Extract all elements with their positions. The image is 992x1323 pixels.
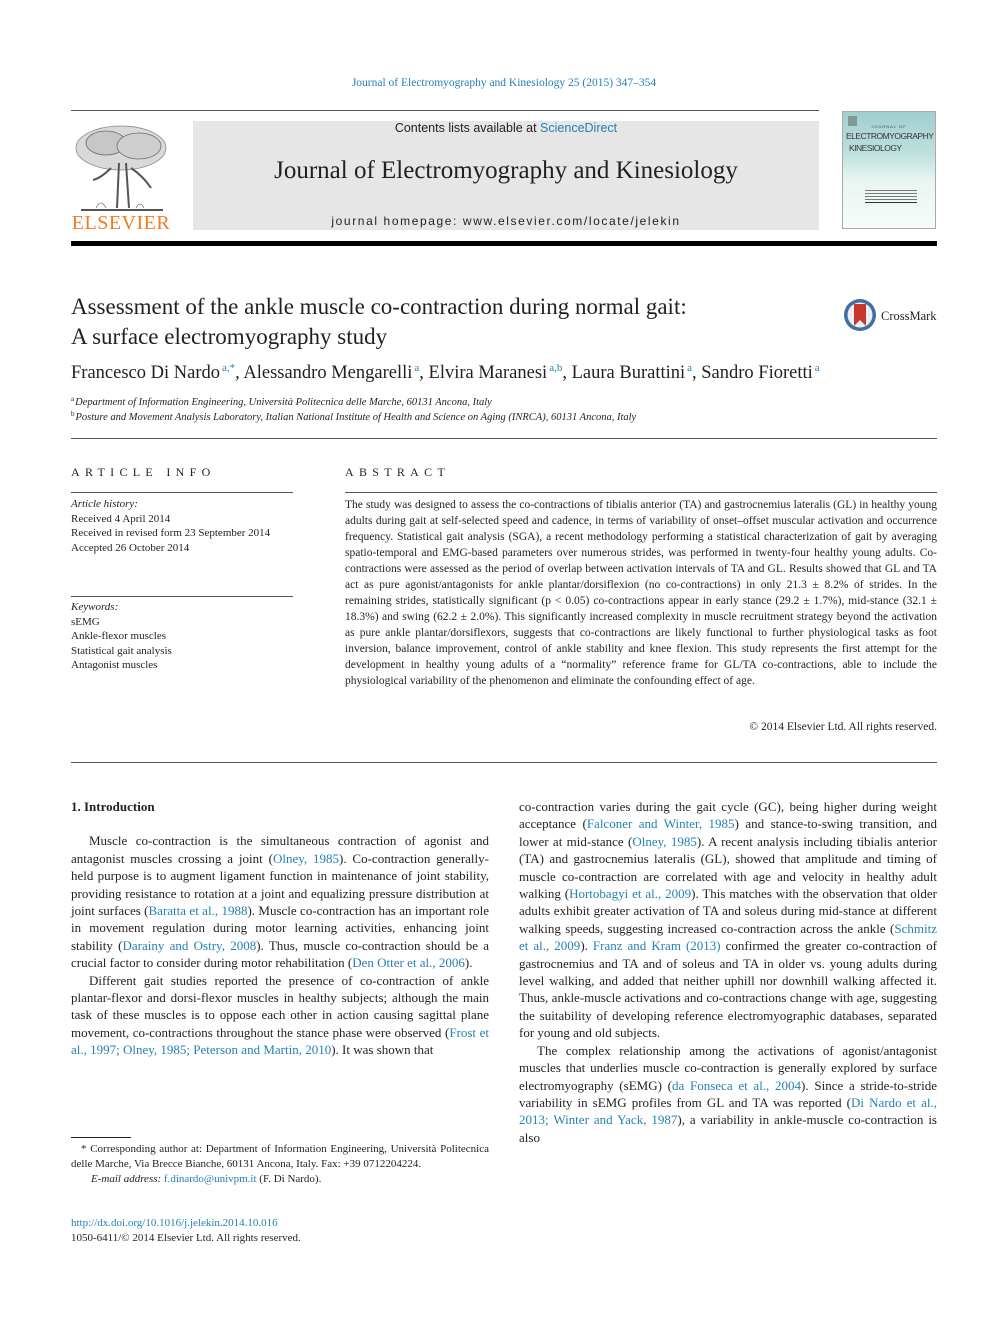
citation-link[interactable]: Falconer and Winter, 1985 <box>587 816 735 831</box>
affiliation-a: aDepartment of Information Engineering, … <box>71 395 492 408</box>
header-rule <box>71 110 819 111</box>
journal-title: Journal of Electromyography and Kinesiol… <box>274 157 738 184</box>
author[interactable]: Laura Burattini a <box>571 362 692 383</box>
article-title-line2: A surface electromyography study <box>71 324 388 349</box>
paragraph-text: ). <box>580 938 593 954</box>
abstract-rule <box>345 492 937 493</box>
body-rule <box>71 762 937 763</box>
paragraph: The complex relationship among the activ… <box>519 1042 937 1146</box>
journal-masthead: Contents lists available at ScienceDirec… <box>193 121 819 230</box>
citation-link[interactable]: Olney, 1985 <box>632 834 697 849</box>
author[interactable]: Alessandro Mengarelli a <box>243 362 419 383</box>
keywords-block: Keywords: sEMG Ankle-flexor muscles Stat… <box>71 600 293 673</box>
left-paragraphs: Muscle co-contraction is the simultaneou… <box>71 832 489 1058</box>
keyword: Statistical gait analysis <box>71 644 172 657</box>
footnote-text: * Corresponding author at: Department of… <box>71 1143 489 1170</box>
author[interactable]: Sandro Fioretti a <box>701 362 820 383</box>
crossmark-badge[interactable]: CrossMark <box>843 298 943 334</box>
history-item: Received 4 April 2014 <box>71 512 171 525</box>
author-separator: , <box>562 363 572 383</box>
paragraph-text: confirmed the greater co-contraction of … <box>519 938 937 1041</box>
keyword: sEMG <box>71 615 100 628</box>
history-label: Article history: <box>71 498 138 510</box>
author-name: Elvira Maranesi <box>428 363 548 383</box>
contents-line: Contents lists available at ScienceDirec… <box>193 121 819 135</box>
email-line: E-mail address: f.dinardo@univpm.it (F. … <box>71 1172 489 1187</box>
citation-link[interactable]: Den Otter et al., 2006 <box>352 955 465 970</box>
email-suffix: (F. Di Nardo). <box>256 1173 322 1185</box>
author-affiliation-marks[interactable]: a <box>815 362 820 374</box>
keyword: Antagonist muscles <box>71 659 158 671</box>
article-title: Assessment of the ankle muscle co-contra… <box>71 292 831 352</box>
citation-link[interactable]: Hortobagyi et al., 2009 <box>569 886 691 901</box>
cover-title-line1: ELECTROMYOGRAPHY <box>846 131 934 141</box>
citation-link[interactable]: Darainy and Ostry, 2008 <box>122 938 256 953</box>
cover-text-lines <box>865 188 917 205</box>
journal-cover-thumbnail[interactable]: JOURNAL OF ELECTROMYOGRAPHY KINESIOLOGY <box>842 111 936 229</box>
author-name: Francesco Di Nardo <box>71 363 220 383</box>
keywords-label: Keywords: <box>71 601 119 613</box>
affiliation-b: bPosture and Movement Analysis Laborator… <box>71 410 636 423</box>
affiliation-text: Department of Information Engineering, U… <box>75 397 492 408</box>
abstract-text: The study was designed to assess the co-… <box>345 499 937 687</box>
contents-prefix: Contents lists available at <box>394 121 541 135</box>
abstract-copyright: © 2014 Elsevier Ltd. All rights reserved… <box>749 721 937 733</box>
author-separator: , <box>692 363 702 383</box>
affiliation-text: Posture and Movement Analysis Laboratory… <box>75 412 637 423</box>
email-label: E-mail address: <box>91 1173 164 1185</box>
author-separator: , <box>419 363 429 383</box>
doi-block: http://dx.doi.org/10.1016/j.jelekin.2014… <box>71 1216 301 1246</box>
affiliation-mark: b <box>71 410 75 418</box>
paragraph-text: ). <box>464 955 473 971</box>
author-name: Alessandro Mengarelli <box>243 363 413 383</box>
keywords-rule <box>71 596 293 597</box>
cover-small-line: JOURNAL OF <box>871 124 907 129</box>
section-heading-introduction: 1. Introduction <box>71 799 155 814</box>
citation-link[interactable]: Franz and Kram (2013) <box>593 938 721 953</box>
paragraph: co-contraction varies during the gait cy… <box>519 798 937 1042</box>
corresponding-author-footnote: * Corresponding author at: Department of… <box>71 1142 489 1187</box>
author[interactable]: Elvira Maranesi a,b <box>428 362 563 383</box>
abstract-heading: ABSTRACT <box>345 465 451 479</box>
affiliation-mark: a <box>71 395 75 403</box>
crossmark-icon <box>844 299 876 331</box>
keyword: Ankle-flexor muscles <box>71 630 166 642</box>
crossmark-label: CrossMark <box>881 309 937 323</box>
doi-link[interactable]: http://dx.doi.org/10.1016/j.jelekin.2014… <box>71 1216 301 1231</box>
citation-link[interactable]: Olney, 1985 <box>273 851 339 866</box>
author-affiliation-marks[interactable]: a,b <box>549 362 562 374</box>
author-list: Francesco Di Nardo a,*, Alessandro Mengar… <box>71 362 951 384</box>
journal-reference-link[interactable]: Journal of Electromyography and Kinesiol… <box>0 77 992 89</box>
citation-link[interactable]: Baratta et al., 1988 <box>149 903 248 918</box>
issn-copyright: 1050-6411/© 2014 Elsevier Ltd. All right… <box>71 1232 301 1244</box>
footnote-rule <box>71 1137 131 1138</box>
body-column-left: 1. Introduction Muscle co-contraction is… <box>71 798 489 1059</box>
history-item: Received in revised form 23 September 20… <box>71 527 271 539</box>
author-name: Sandro Fioretti <box>701 363 813 383</box>
author-name: Laura Burattini <box>571 363 686 383</box>
author-affiliation-marks[interactable]: a,* <box>222 362 235 374</box>
article-title-line1: Assessment of the ankle muscle co-contra… <box>71 294 687 319</box>
citation-link[interactable]: da Fonseca et al., 2004 <box>672 1078 801 1093</box>
paragraph: Muscle co-contraction is the simultaneou… <box>71 832 489 971</box>
history-item: Accepted 26 October 2014 <box>71 541 190 554</box>
section-rule <box>71 438 937 439</box>
body-column-right: co-contraction varies during the gait cy… <box>519 798 937 1146</box>
article-history: Article history: Received 4 April 2014 R… <box>71 497 293 555</box>
elsevier-wordmark[interactable]: ELSEVIER <box>71 212 171 235</box>
paragraph: Different gait studies reported the pres… <box>71 972 489 1059</box>
paragraph-text: ). It was shown that <box>331 1042 434 1058</box>
email-link[interactable]: f.dinardo@univpm.it <box>164 1173 257 1185</box>
paragraph-text: Different gait studies reported the pres… <box>71 972 489 1040</box>
article-info-rule <box>71 492 293 493</box>
article-info-heading: ARTICLE INFO <box>71 465 216 479</box>
journal-homepage-link[interactable]: journal homepage: www.elsevier.com/locat… <box>193 214 819 228</box>
sciencedirect-link[interactable]: ScienceDirect <box>540 121 617 135</box>
author[interactable]: Francesco Di Nardo a,* <box>71 362 235 383</box>
masthead-thick-rule <box>71 241 937 246</box>
cover-title-line2: KINESIOLOGY <box>849 143 902 153</box>
right-paragraphs: co-contraction varies during the gait cy… <box>519 798 937 1146</box>
